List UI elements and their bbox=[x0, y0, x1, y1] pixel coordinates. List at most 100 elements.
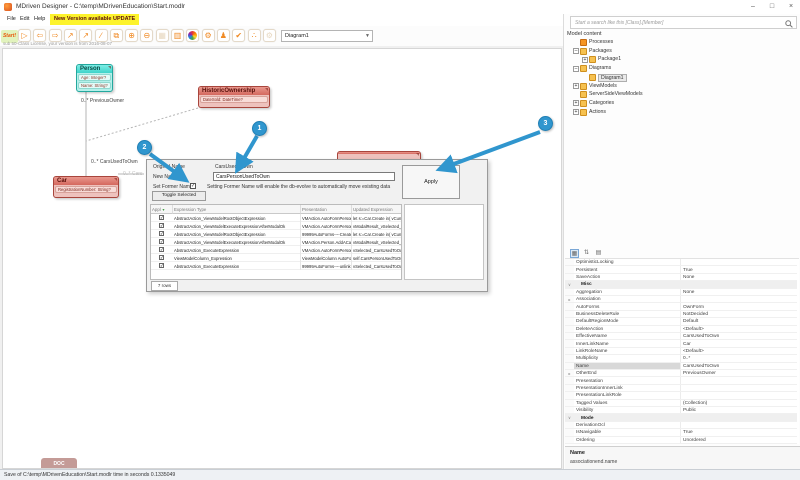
update-banner[interactable]: New Version available UPDATE bbox=[50, 14, 139, 25]
column-header-2[interactable]: Presentation bbox=[301, 205, 352, 214]
property-row-defaultregionmode[interactable]: DefaultRegionModeDefault bbox=[565, 318, 797, 325]
tree-item-categories[interactable]: +Categories bbox=[565, 99, 795, 108]
row-checkbox[interactable]: ✓ bbox=[159, 223, 164, 228]
property-value[interactable] bbox=[681, 392, 797, 398]
property-value[interactable] bbox=[681, 259, 797, 265]
property-value[interactable]: Public bbox=[681, 407, 797, 413]
menu-file[interactable]: File bbox=[5, 15, 18, 23]
row-checkbox[interactable]: ✓ bbox=[159, 255, 164, 260]
property-value[interactable]: None bbox=[681, 274, 797, 280]
property-row-association[interactable]: ▸Association bbox=[565, 296, 797, 303]
table-row[interactable]: ✓AbstractAction_ViewModelRootObjectExpre… bbox=[151, 214, 402, 222]
nodes-icon[interactable]: ∴ bbox=[248, 29, 261, 42]
property-row-isnavigable[interactable]: IsNavigableTrue bbox=[565, 429, 797, 436]
property-page-icon[interactable]: ▤ bbox=[594, 249, 603, 258]
new-name-input[interactable] bbox=[213, 172, 395, 181]
set-former-name-checkbox[interactable]: ✓ bbox=[190, 183, 196, 189]
table-row[interactable]: ✓AbstractAction_ViewModelExecuteExpressi… bbox=[151, 222, 402, 230]
expand-icon[interactable]: + bbox=[582, 57, 588, 63]
property-row-presentationlinkrole[interactable]: PresentationLinkRole bbox=[565, 392, 797, 399]
property-value[interactable] bbox=[681, 422, 797, 428]
property-row-multiplicity[interactable]: Multiplicity0..* bbox=[565, 355, 797, 362]
expression-table[interactable]: Appl▼Expression TypePresentationUpdated … bbox=[150, 204, 402, 280]
property-row-saveaction[interactable]: SaveActionNone bbox=[565, 274, 797, 281]
expand-icon[interactable]: + bbox=[573, 83, 579, 89]
property-value[interactable]: 0..* bbox=[681, 355, 797, 361]
property-row-persistent[interactable]: PersistentTrue bbox=[565, 266, 797, 273]
tree-item-processes[interactable]: Processes bbox=[565, 38, 795, 47]
property-row-presentationinnerlink[interactable]: PresentationInnerLink bbox=[565, 385, 797, 392]
row-checkbox[interactable]: ✓ bbox=[159, 247, 164, 252]
zoom-in-icon[interactable]: ⊕ bbox=[125, 29, 138, 42]
color-wheel-icon[interactable] bbox=[186, 29, 199, 42]
property-value[interactable]: OwnForm bbox=[681, 303, 797, 309]
tree-item-viewmodels[interactable]: +ViewModels bbox=[565, 82, 795, 91]
class-box-person[interactable]: Person Age: Integer? Name: String? bbox=[76, 64, 113, 92]
column-header-1[interactable]: Expression Type bbox=[173, 205, 301, 214]
property-value[interactable]: <Default> bbox=[681, 348, 797, 354]
table-row[interactable]: ✓ViewModelColumn_ExpressionViewModelColu… bbox=[151, 254, 402, 262]
row-checkbox[interactable]: ✓ bbox=[159, 263, 164, 268]
table-row[interactable]: ✓AbstractAction_ViewModelRootObjectExpre… bbox=[151, 230, 402, 238]
row-checkbox[interactable]: ✓ bbox=[159, 239, 164, 244]
column-header-3[interactable]: Updated Expression bbox=[352, 205, 402, 214]
property-value[interactable]: NotDecided bbox=[681, 311, 797, 317]
collapse-icon[interactable]: – bbox=[573, 48, 579, 54]
close-button[interactable]: × bbox=[784, 1, 798, 12]
tree-item-packages[interactable]: –Packages bbox=[565, 47, 795, 56]
toggle-selected-button[interactable]: Toggle Selected bbox=[152, 191, 206, 201]
maximize-button[interactable]: □ bbox=[765, 1, 779, 12]
property-row-presentation[interactable]: Presentation bbox=[565, 377, 797, 384]
gears-icon[interactable]: ⚙ bbox=[202, 29, 215, 42]
property-row-tagged-values[interactable]: Tagged Values(Collection) bbox=[565, 400, 797, 407]
class-box-historicownership[interactable]: HistoricOwnership DateSold: DateTime? bbox=[198, 86, 270, 108]
property-value[interactable]: PreviousOwner bbox=[681, 370, 797, 376]
gear-icon[interactable]: ⚙ bbox=[263, 29, 276, 42]
apply-button[interactable]: Apply bbox=[402, 165, 460, 199]
property-value[interactable] bbox=[681, 296, 797, 302]
model-search-input[interactable]: Start a search like this [Class].[Member… bbox=[570, 16, 797, 29]
property-value[interactable]: None bbox=[681, 289, 797, 295]
property-value[interactable] bbox=[681, 385, 797, 391]
property-value[interactable]: <Default> bbox=[681, 326, 797, 332]
check-icon[interactable]: ✔ bbox=[232, 29, 245, 42]
tree-item-serversideviewmodels[interactable]: ServerSideViewModels bbox=[565, 90, 795, 99]
property-row-businessdeleterule[interactable]: BusinessDeleteRuleNotDecided bbox=[565, 311, 797, 318]
column-header-0[interactable]: Appl▼ bbox=[151, 205, 173, 214]
property-value[interactable]: True bbox=[681, 266, 797, 272]
image-icon[interactable]: ▦ bbox=[156, 29, 169, 42]
property-value[interactable]: CarsUsedToOwn bbox=[681, 363, 797, 369]
doc-tab[interactable]: DOC bbox=[41, 458, 77, 469]
property-value[interactable]: True bbox=[681, 429, 797, 435]
row-checkbox[interactable]: ✓ bbox=[159, 231, 164, 236]
property-row-innerlinkname[interactable]: InnerLinkNameCar bbox=[565, 340, 797, 347]
table-row[interactable]: ✓AbstractAction_ExecuteExpressionVMActio… bbox=[151, 246, 402, 254]
property-value[interactable]: Default bbox=[681, 318, 797, 324]
tree-item-diagram1[interactable]: Diagram1 bbox=[565, 73, 795, 82]
property-row-otherend[interactable]: ▸OtherEndPreviousOwner bbox=[565, 370, 797, 377]
property-row-ordering[interactable]: OrderingUnordered bbox=[565, 437, 797, 444]
property-row-misc[interactable]: ∨Misc bbox=[565, 281, 797, 288]
alphabetical-sort-icon[interactable]: ⇅ bbox=[582, 249, 591, 258]
property-row-deleteaction[interactable]: DeleteAction<Default> bbox=[565, 326, 797, 333]
property-row-optimisticlocking[interactable]: OptimisticLocking bbox=[565, 259, 797, 266]
minimize-button[interactable]: – bbox=[746, 1, 760, 12]
property-row-linkrolename[interactable]: LinkRoleName<Default> bbox=[565, 348, 797, 355]
property-row-autoforms[interactable]: AutoFormsOwnForm bbox=[565, 303, 797, 310]
property-value[interactable]: (Collection) bbox=[681, 400, 797, 406]
tree-item-package1[interactable]: +Package1 bbox=[565, 55, 795, 64]
menu-help[interactable]: Help bbox=[32, 15, 47, 23]
table-row[interactable]: ✓AbstractAction_ExecuteExpression99999Au… bbox=[151, 262, 402, 270]
property-value[interactable] bbox=[681, 377, 797, 383]
tree-item-actions[interactable]: +Actions bbox=[565, 108, 795, 117]
tree-item-diagrams[interactable]: –Diagrams bbox=[565, 64, 795, 73]
collapse-icon[interactable]: – bbox=[573, 66, 579, 72]
table-row[interactable]: ✓AbstractAction_ViewModelExecuteExpressi… bbox=[151, 238, 402, 246]
row-checkbox[interactable]: ✓ bbox=[159, 215, 164, 220]
expand-icon[interactable]: + bbox=[573, 109, 579, 115]
property-value[interactable]: Unordered bbox=[681, 437, 797, 443]
property-value[interactable]: Car bbox=[681, 340, 797, 346]
zoom-out-icon[interactable]: ⊖ bbox=[140, 29, 153, 42]
person-icon[interactable]: ♟ bbox=[217, 29, 230, 42]
property-row-aggregation[interactable]: AggregationNone bbox=[565, 289, 797, 296]
